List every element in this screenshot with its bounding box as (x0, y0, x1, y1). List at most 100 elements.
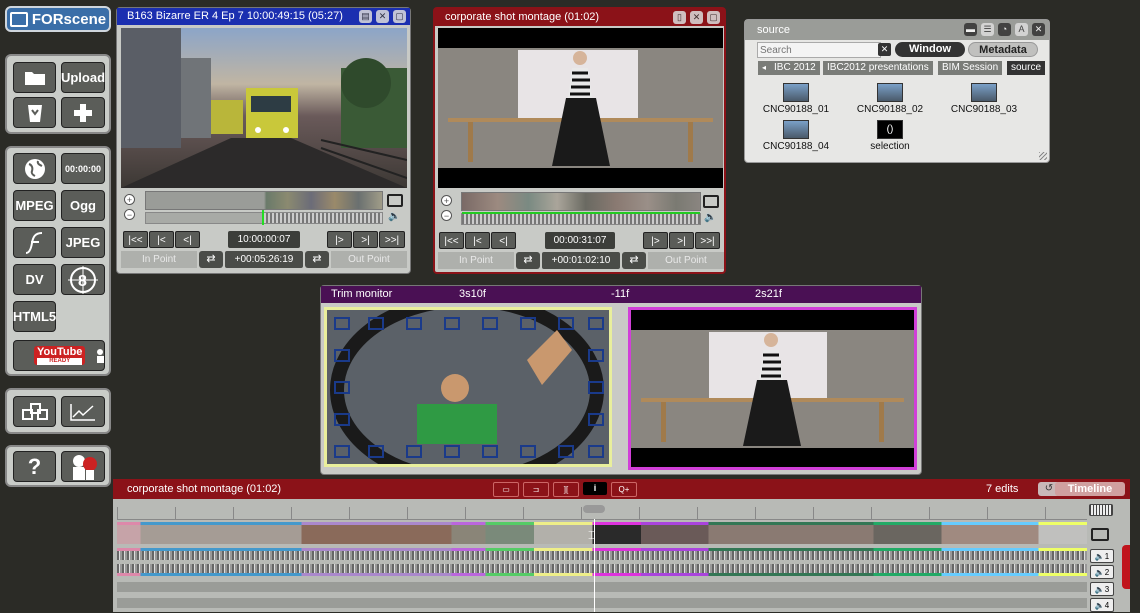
source-titlebar[interactable]: source ▬ ☰ ◔ A ✕ (745, 20, 1049, 40)
source-clear-search-icon[interactable]: ✕ (878, 43, 891, 56)
audio-track-1[interactable] (117, 548, 1087, 560)
viewer2-step-back-button[interactable]: <| (491, 232, 516, 249)
audio-track-2-toggle[interactable]: 🔈2 (1090, 565, 1114, 579)
timecode-button[interactable]: 00:00:00 (61, 153, 105, 184)
stats-button[interactable] (61, 396, 105, 427)
viewer1-scrub-bar[interactable] (145, 210, 383, 225)
viewer1-out-point[interactable]: Out Point (331, 251, 407, 268)
trim-left-video[interactable] (324, 307, 612, 467)
layout-button[interactable] (13, 396, 56, 427)
dv-button[interactable]: DV (13, 264, 56, 295)
viewer1-filmstrip[interactable] (145, 191, 383, 210)
viewer1-prev-edit-button[interactable]: |< (149, 231, 174, 248)
viewer1-swap-out-icon[interactable]: ⇄ (305, 251, 329, 268)
source-list-view-icon[interactable]: ☰ (981, 23, 994, 36)
folder-button[interactable] (13, 62, 56, 93)
timeline-scroll-handle[interactable] (583, 505, 605, 513)
viewer2-go-end-button[interactable]: >>| (695, 232, 720, 249)
viewer1-video[interactable] (121, 28, 407, 188)
clip-item[interactable]: CNC90188_01 (751, 83, 841, 115)
info-tool-icon[interactable]: i (583, 482, 607, 495)
source-window-button[interactable]: Window (895, 42, 965, 57)
source-metadata-button[interactable]: Metadata (968, 42, 1038, 57)
viewer2-scrub-bar[interactable] (461, 212, 701, 225)
upload-button[interactable]: Upload (61, 62, 105, 93)
source-az-sort-icon[interactable]: A (1015, 23, 1028, 36)
audio-track-3-toggle[interactable]: 🔈3 (1090, 582, 1114, 596)
viewer2-next-edit-button[interactable]: >| (669, 232, 694, 249)
viewer1-titlebar[interactable]: B163 Bizarre ER 4 Ep 7 10:00:49:15 (05:2… (117, 8, 410, 25)
viewer2-titlebar[interactable]: corporate shot montage (01:02) ▯ ✕ ▢ (435, 9, 724, 26)
viewer2-in-point[interactable]: In Point (438, 252, 514, 269)
timeline-button[interactable]: Timeline (1055, 482, 1125, 496)
viewer2-volume-icon[interactable]: 🔈 (704, 212, 716, 223)
viewer2-document-icon[interactable]: ▯ (673, 11, 686, 24)
resize-grip-icon[interactable] (1039, 152, 1047, 160)
web-button[interactable] (13, 153, 56, 184)
clip-item-selection[interactable]: () selection (845, 120, 935, 152)
youtube-button[interactable]: YouTube READY (13, 340, 105, 371)
breadcrumb-presentations[interactable]: IBC2012 presentations (823, 61, 933, 75)
viewer1-maximize-icon[interactable]: ▢ (393, 10, 406, 23)
add-button[interactable] (61, 97, 105, 128)
audio-track-3[interactable] (117, 582, 1087, 592)
viewer2-out-point[interactable]: Out Point (648, 252, 724, 269)
breadcrumb-bim-session[interactable]: BIM Session (938, 61, 1003, 75)
audio-track-2[interactable] (117, 564, 1087, 576)
split-tool-icon[interactable]: ⊐ (523, 482, 549, 497)
viewer1-next-edit-button[interactable]: >| (353, 231, 378, 248)
film-countdown-button[interactable]: 8 (61, 264, 105, 295)
viewer2-go-start-button[interactable]: |<< (439, 232, 464, 249)
viewer2-close-icon[interactable]: ✕ (690, 11, 703, 24)
timeline-side-tab[interactable] (1122, 545, 1130, 589)
recycle-button[interactable] (13, 97, 56, 128)
viewer2-zoom-in-icon[interactable]: + (441, 195, 452, 206)
clip-item[interactable]: CNC90188_04 (751, 120, 841, 152)
breadcrumb-source[interactable]: source (1007, 61, 1046, 75)
viewer1-display-icon[interactable] (387, 194, 403, 207)
audio-track-4[interactable] (117, 598, 1087, 608)
viewer1-menu-icon[interactable]: ▤ (359, 10, 372, 23)
viewer1-in-point[interactable]: In Point (121, 251, 197, 268)
viewer2-maximize-icon[interactable]: ▢ (707, 11, 720, 24)
audio-track-4-toggle[interactable]: 🔈4 (1090, 598, 1114, 612)
viewer1-zoom-in-icon[interactable]: + (124, 194, 135, 205)
viewer2-swap-out-icon[interactable]: ⇄ (622, 252, 646, 269)
ogg-button[interactable]: Ogg (61, 190, 105, 221)
viewer1-step-back-button[interactable]: <| (175, 231, 200, 248)
video-track[interactable] (117, 522, 1087, 544)
source-close-icon[interactable]: ✕ (1032, 23, 1045, 36)
timeline-titlebar[interactable]: corporate shot montage (01:02) ▭ ⊐ ][ i … (113, 479, 1130, 499)
viewer1-go-start-button[interactable]: |<< (123, 231, 148, 248)
source-search-input[interactable] (757, 42, 881, 58)
viewer1-zoom-out-icon[interactable]: − (124, 209, 135, 220)
timeline-ruler-icon[interactable] (1089, 504, 1113, 516)
viewer2-prev-edit-button[interactable]: |< (465, 232, 490, 249)
user-button[interactable] (61, 451, 105, 482)
video-track-display-icon[interactable] (1091, 528, 1109, 541)
breadcrumb-ibc2012[interactable]: IBC 2012 (770, 61, 820, 75)
viewer1-playhead[interactable] (262, 210, 264, 225)
viewer2-display-icon[interactable] (703, 195, 719, 208)
flash-button[interactable] (13, 227, 56, 258)
viewer2-step-forward-button[interactable]: |> (643, 232, 668, 249)
viewer2-zoom-out-icon[interactable]: − (441, 210, 452, 221)
razor-tool-icon[interactable]: ▭ (493, 482, 519, 497)
trim-tool-icon[interactable]: ][ (553, 482, 579, 497)
viewer2-swap-in-icon[interactable]: ⇄ (516, 252, 540, 269)
forscene-logo[interactable]: FORscene (5, 6, 111, 32)
viewer1-close-icon[interactable]: ✕ (376, 10, 389, 23)
jpeg-button[interactable]: JPEG (61, 227, 105, 258)
mpeg-button[interactable]: MPEG (13, 190, 56, 221)
help-button[interactable]: ? (13, 451, 56, 482)
source-folder-view-icon[interactable]: ▬ (964, 23, 977, 36)
viewer2-video[interactable] (438, 28, 723, 188)
audio-track-1-toggle[interactable]: 🔈1 (1090, 549, 1114, 563)
trim-right-video[interactable] (628, 307, 917, 470)
viewer1-step-forward-button[interactable]: |> (327, 231, 352, 248)
viewer1-volume-icon[interactable]: 🔈 (388, 211, 400, 222)
zoom-tool-icon[interactable]: Q+ (611, 482, 637, 497)
source-clock-sort-icon[interactable]: ◔ (998, 23, 1011, 36)
clip-item[interactable]: CNC90188_02 (845, 83, 935, 115)
viewer2-filmstrip[interactable] (461, 192, 701, 211)
